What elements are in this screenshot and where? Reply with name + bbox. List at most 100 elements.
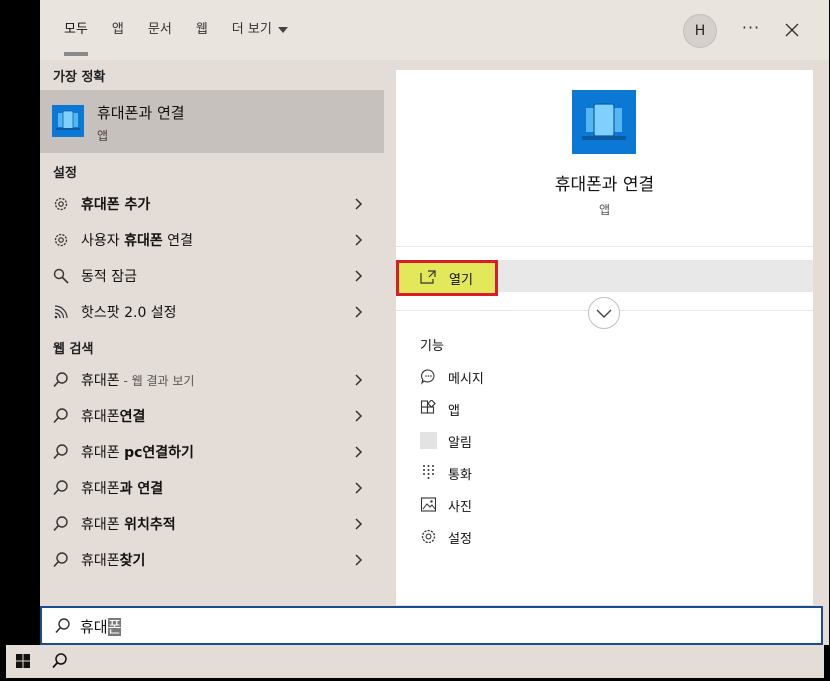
- dialpad-icon: [423, 465, 434, 479]
- feature-calls[interactable]: 통화: [420, 461, 720, 485]
- web-result-item[interactable]: 휴대폰과 연결: [40, 470, 384, 506]
- search-selected-text: 폰: [107, 618, 122, 636]
- phone-link-app-icon: [572, 90, 636, 154]
- chevron-right-icon: [355, 374, 363, 386]
- gear-icon: [54, 233, 68, 247]
- app-detail-pane: 휴대폰과 연결 앱 열기 기능 메시지 앱 알림 통화 사진 설정: [396, 70, 813, 605]
- search-icon: [55, 618, 70, 634]
- search-query: 휴대폰: [80, 616, 122, 637]
- feature-messages[interactable]: 메시지: [420, 365, 720, 389]
- chevron-right-icon: [355, 234, 363, 246]
- web-result-label: 휴대폰 pc연결하기: [81, 445, 194, 461]
- feature-label: 알림: [448, 436, 472, 451]
- chevron-right-icon: [355, 306, 363, 318]
- feature-label: 설정: [448, 532, 472, 547]
- chevron-right-icon: [355, 446, 363, 458]
- expand-button[interactable]: [588, 297, 620, 329]
- taskbar-search-button[interactable]: [42, 645, 76, 678]
- chevron-right-icon: [355, 270, 363, 282]
- feature-photos[interactable]: 사진: [420, 493, 720, 517]
- features-heading: 기능: [420, 339, 444, 354]
- tab-all[interactable]: 모두: [52, 0, 100, 60]
- gear-icon: [421, 529, 436, 544]
- search-icon: [53, 516, 68, 532]
- web-search-heading: 웹 검색: [53, 342, 94, 357]
- search-tabs: 모두 앱 문서 웹 더 보기: [52, 0, 300, 60]
- more-icon: ···: [741, 18, 761, 37]
- tab-web[interactable]: 웹: [184, 0, 220, 60]
- tab-label: 모두: [64, 22, 88, 37]
- tab-apps[interactable]: 앱: [100, 0, 136, 60]
- search-icon: [52, 653, 67, 669]
- web-result-item[interactable]: 휴대폰찾기: [40, 542, 384, 578]
- more-options-button[interactable]: ···: [737, 18, 765, 42]
- tab-more[interactable]: 더 보기: [220, 0, 300, 60]
- wifi-icon: [54, 305, 68, 319]
- chevron-down-icon: [277, 26, 288, 33]
- settings-item-add-phone[interactable]: 휴대폰 추가: [40, 186, 384, 222]
- best-match-heading: 가장 정확: [53, 70, 106, 85]
- feature-label: 앱: [448, 404, 460, 419]
- search-input[interactable]: 휴대폰: [40, 606, 823, 645]
- open-external-icon: [420, 270, 436, 284]
- close-button[interactable]: [780, 16, 804, 44]
- chevron-right-icon: [355, 410, 363, 422]
- search-typed-text: 휴대: [80, 618, 108, 636]
- web-result-item[interactable]: 휴대폰연결: [40, 398, 384, 434]
- settings-item-label: 사용자 휴대폰 연결: [81, 233, 193, 249]
- settings-item-label: 핫스팟 2.0 설정: [81, 305, 177, 321]
- chevron-right-icon: [355, 198, 363, 210]
- message-icon: [421, 369, 435, 385]
- apps-icon: [420, 400, 436, 414]
- account-avatar[interactable]: H: [683, 14, 717, 48]
- search-icon: [53, 480, 68, 496]
- tab-label: 앱: [111, 22, 124, 37]
- detail-app-title: 휴대폰과 연결: [554, 175, 655, 195]
- search-icon: [53, 408, 68, 424]
- chevron-right-icon: [355, 518, 363, 530]
- detail-app-type: 앱: [598, 203, 611, 217]
- web-result-label: 휴대폰 위치추적: [81, 517, 176, 533]
- notification-icon: [420, 432, 437, 449]
- web-result-item[interactable]: 휴대폰 pc연결하기: [40, 434, 384, 470]
- photo-icon: [420, 497, 437, 512]
- tab-documents[interactable]: 문서: [136, 0, 184, 60]
- search-icon: [53, 552, 68, 568]
- settings-item-dynamic-lock[interactable]: 동적 잠금: [40, 258, 384, 294]
- settings-item-hotspot[interactable]: 핫스팟 2.0 설정: [40, 294, 384, 330]
- feature-apps[interactable]: 앱: [420, 397, 720, 421]
- avatar-initial: H: [694, 23, 706, 39]
- feature-label: 통화: [448, 468, 472, 483]
- best-match-result[interactable]: 휴대폰과 연결 앱: [40, 90, 384, 153]
- best-match-type: 앱: [97, 129, 109, 143]
- settings-item-your-phone[interactable]: 사용자 휴대폰 연결: [40, 222, 384, 258]
- divider: [396, 246, 813, 247]
- feature-label: 메시지: [448, 372, 484, 387]
- feature-notifications[interactable]: 알림: [420, 429, 720, 453]
- settings-item-label: 동적 잠금: [81, 269, 137, 285]
- start-button[interactable]: [6, 645, 40, 678]
- taskbar: [6, 645, 824, 678]
- screen: 모두 앱 문서 웹 더 보기 H ··· 가장 정확 휴대폰과 연결 앱 설정 …: [0, 0, 830, 681]
- open-button[interactable]: 열기: [396, 260, 498, 296]
- web-result-label: 휴대폰과 연결: [81, 481, 164, 497]
- chevron-right-icon: [355, 482, 363, 494]
- search-key-icon: [53, 268, 69, 284]
- web-result-label: 휴대폰연결: [81, 409, 146, 425]
- feature-label: 사진: [448, 500, 472, 515]
- best-match-title: 휴대폰과 연결: [97, 104, 185, 122]
- feature-settings[interactable]: 설정: [420, 525, 720, 549]
- web-result-item[interactable]: 휴대폰 - 웹 결과 보기: [40, 362, 384, 398]
- results-list: 가장 정확 휴대폰과 연결 앱 설정 휴대폰 추가 사용자 휴대폰 연결 동적 …: [40, 60, 384, 605]
- tab-label: 더 보기: [231, 22, 272, 37]
- windows-logo-icon: [16, 654, 30, 668]
- chevron-down-icon: [596, 309, 612, 318]
- search-icon: [53, 372, 68, 388]
- settings-item-label: 휴대폰 추가: [81, 197, 151, 213]
- web-result-item[interactable]: 휴대폰 위치추적: [40, 506, 384, 542]
- chevron-right-icon: [355, 554, 363, 566]
- close-icon: [785, 23, 799, 37]
- search-flyout: 모두 앱 문서 웹 더 보기 H ··· 가장 정확 휴대폰과 연결 앱 설정 …: [40, 0, 829, 645]
- web-result-label: 휴대폰 - 웹 결과 보기: [81, 373, 195, 389]
- tab-label: 웹: [195, 22, 208, 37]
